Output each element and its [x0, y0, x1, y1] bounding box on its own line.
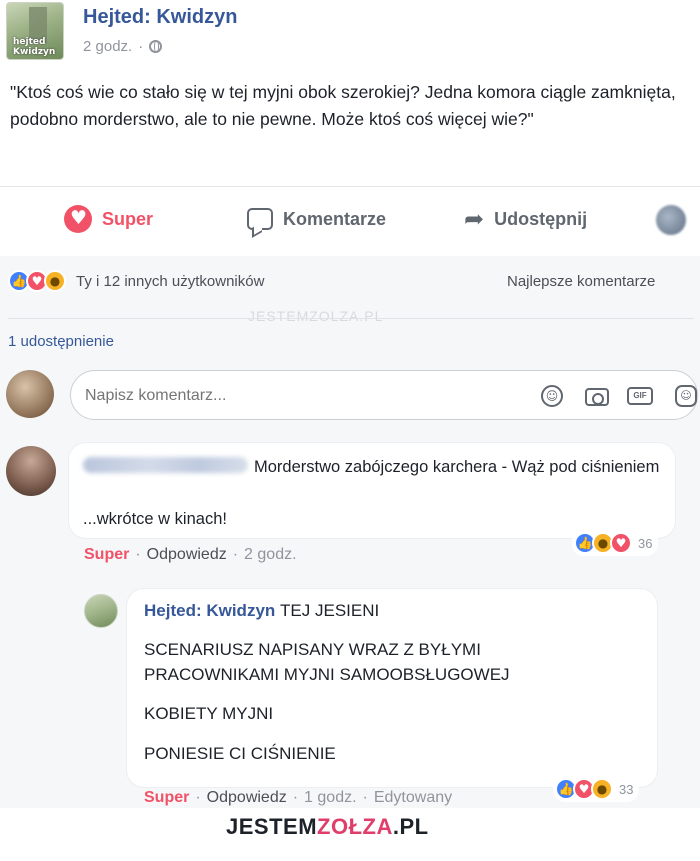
divider: [0, 186, 700, 187]
comment-super-link[interactable]: Super: [84, 546, 129, 564]
comment-text-line2: ...wkrótce w kinach!: [83, 510, 227, 528]
reactors-text[interactable]: Ty i 12 innych użytkowników: [76, 273, 264, 290]
comment-time[interactable]: 2 godz.: [244, 546, 296, 564]
reply-reactions[interactable]: 👍 ♥ ● 33: [553, 776, 640, 802]
reply-line3: KOBIETY MYJNI: [144, 704, 274, 723]
site-footer: JESTEMZOŁZA.PL: [0, 808, 700, 861]
page-avatar[interactable]: hejted Kwidzyn: [6, 2, 64, 60]
feedback-area: 👍 ♥ ● Ty i 12 innych użytkowników Najlep…: [0, 256, 700, 861]
separator-dot: ·: [195, 789, 201, 806]
separator-dot: ·: [362, 789, 368, 806]
heart-icon: [64, 205, 92, 233]
wow-reaction-icon: ●: [44, 270, 66, 292]
watermark: JESTEMZOLZA.PL: [248, 308, 384, 324]
comment-button[interactable]: Komentarze: [247, 196, 386, 242]
share-button[interactable]: ➦ Udostępnij: [464, 196, 587, 242]
reply-line1: TEJ JESIENI: [280, 601, 380, 620]
page-name-link[interactable]: Hejted: Kwidzyn: [83, 6, 237, 29]
reply-reaction-count: 33: [619, 781, 634, 797]
viewer-avatar: [6, 370, 54, 418]
comment-sort-dropdown[interactable]: Najlepsze komentarze: [507, 273, 655, 290]
reply-super-link[interactable]: Super: [144, 789, 189, 807]
reply-line2: SCENARIUSZ NAPISANY WRAZ Z BYŁYMI PRACOW…: [144, 640, 510, 684]
logo-part2: ZOŁZA: [317, 814, 393, 839]
meta-separator: ·: [138, 38, 144, 55]
separator-dot: ·: [232, 546, 239, 563]
globe-icon[interactable]: [149, 40, 163, 53]
comment-label: Komentarze: [283, 208, 387, 229]
reply-author-name: Hejted: Kwidzyn TEJ JESIENI: [144, 601, 379, 621]
logo-part3: .PL: [392, 814, 429, 839]
divider: [8, 318, 694, 319]
avatar-logo-text: hejted Kwidzyn: [13, 37, 56, 57]
gif-icon[interactable]: GIF: [627, 387, 653, 405]
reply-author-link[interactable]: Hejted: Kwidzyn: [144, 601, 275, 620]
post-meta: 2 godz. ·: [83, 38, 163, 55]
share-arrow-icon: ➦: [464, 205, 485, 233]
viewer-avatar-selector[interactable]: [656, 205, 686, 235]
reply-reply-link[interactable]: Odpowiedz: [207, 789, 287, 807]
reply-bubble: Hejted: Kwidzyn TEJ JESIENI SCENARIUSZ N…: [126, 588, 658, 788]
post-time[interactable]: 2 godz.: [83, 38, 132, 55]
reactions-summary[interactable]: 👍 ♥ ● Ty i 12 innych użytkowników: [8, 270, 264, 292]
post-card: hejted Kwidzyn Hejted: Kwidzyn 2 godz. · …: [0, 0, 700, 256]
reply-actions: Super · Odpowiedz · 1 godz. · Edytowany: [144, 789, 452, 807]
comment-reply-link[interactable]: Odpowiedz: [147, 546, 227, 564]
love-reaction-icon: ♥: [610, 532, 632, 554]
reply-line4: PONIESIE CI CIŚNIENIE: [144, 744, 336, 763]
comment-input[interactable]: [85, 383, 505, 409]
super-reaction-button[interactable]: Super: [64, 196, 153, 242]
reply-edited-label[interactable]: Edytowany: [374, 789, 452, 807]
post-text: "Ktoś coś wie co stało się w tej myjni o…: [10, 82, 676, 129]
reply-time[interactable]: 1 godz.: [304, 789, 356, 807]
sticker-icon[interactable]: ☺: [675, 385, 697, 407]
commenter-avatar[interactable]: [6, 446, 56, 496]
separator-dot: ·: [135, 546, 141, 563]
comment-actions: Super · Odpowiedz · 2 godz.: [84, 546, 297, 564]
camera-icon[interactable]: [585, 388, 609, 406]
site-logo: JESTEMZOŁZA.PL: [226, 814, 429, 840]
emoji-icon[interactable]: ☺: [541, 385, 563, 407]
logo-part1: JESTEM: [226, 814, 318, 839]
super-label: Super: [102, 208, 154, 229]
comment-composer[interactable]: ☺ GIF ☺: [70, 370, 698, 420]
comment-reaction-count: 36: [638, 535, 653, 551]
action-bar: Super Komentarze ➦ Udostępnij: [0, 196, 700, 242]
speech-bubble-icon: [247, 208, 273, 230]
reply-author-avatar[interactable]: [84, 594, 118, 628]
haha-reaction-icon: ●: [591, 778, 613, 800]
comment-text: Morderstwo zabójczego karchera - Wąż pod…: [254, 458, 660, 476]
share-label: Udostępnij: [494, 208, 588, 229]
comment-reactions[interactable]: 👍 ● ♥ 36: [572, 530, 659, 556]
separator-dot: ·: [292, 789, 299, 806]
comment-bubble: Morderstwo zabójczego karchera - Wąż pod…: [68, 442, 676, 539]
shares-count-link[interactable]: 1 udostępnienie: [8, 333, 114, 350]
